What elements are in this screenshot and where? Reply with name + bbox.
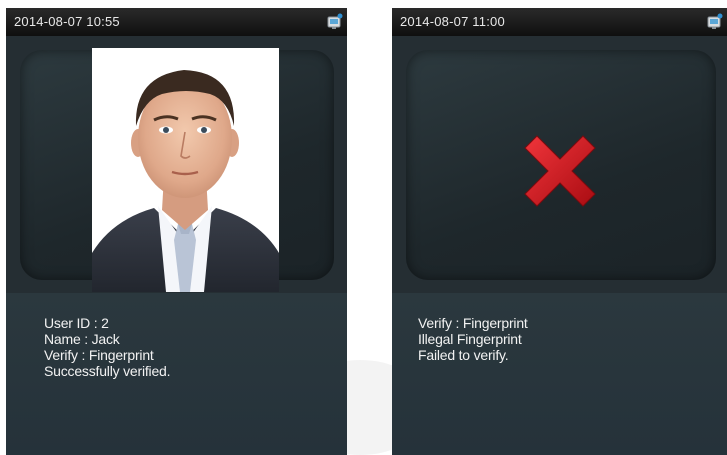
network-connected-icon xyxy=(327,13,343,29)
verification-info-panel: Verify : Fingerprint Illegal Fingerprint… xyxy=(392,293,727,455)
user-portrait-photo xyxy=(92,48,279,292)
photo-display-area xyxy=(6,36,347,293)
timestamp: 2014-08-07 10:55 xyxy=(14,14,120,29)
status-display-area xyxy=(392,36,727,293)
device-screen-success: 2014-08-07 10:55 User ID: 2 Name: Jack… xyxy=(6,8,347,455)
verify-result-line: Failed to verify. xyxy=(418,347,509,363)
verification-details: User ID : 2 Name : Jack Verify : Fingerp… xyxy=(44,315,171,379)
failure-reason-line: Illegal Fingerprint xyxy=(418,331,522,347)
verify-method-line: Verify : Fingerprint xyxy=(418,315,528,331)
device-screen-failure: 2014-08-07 11:00 Verify : Fingerprint Il… xyxy=(392,8,727,455)
verify-result-line: Successfully verified. xyxy=(44,363,171,379)
network-connected-icon xyxy=(707,13,723,29)
status-bar: 2014-08-07 11:00 xyxy=(392,8,727,36)
red-x-icon xyxy=(524,135,596,207)
user-name-line: Name : Jack xyxy=(44,331,120,347)
user-id-line: User ID : 2 xyxy=(44,315,109,331)
verify-method-line: Verify : Fingerprint xyxy=(44,347,154,363)
verification-details: Verify : Fingerprint Illegal Fingerprint… xyxy=(418,315,528,363)
timestamp: 2014-08-07 11:00 xyxy=(400,14,505,29)
status-bar: 2014-08-07 10:55 xyxy=(6,8,347,36)
verification-info-panel: User ID : 2 Name : Jack Verify : Fingerp… xyxy=(6,293,347,455)
